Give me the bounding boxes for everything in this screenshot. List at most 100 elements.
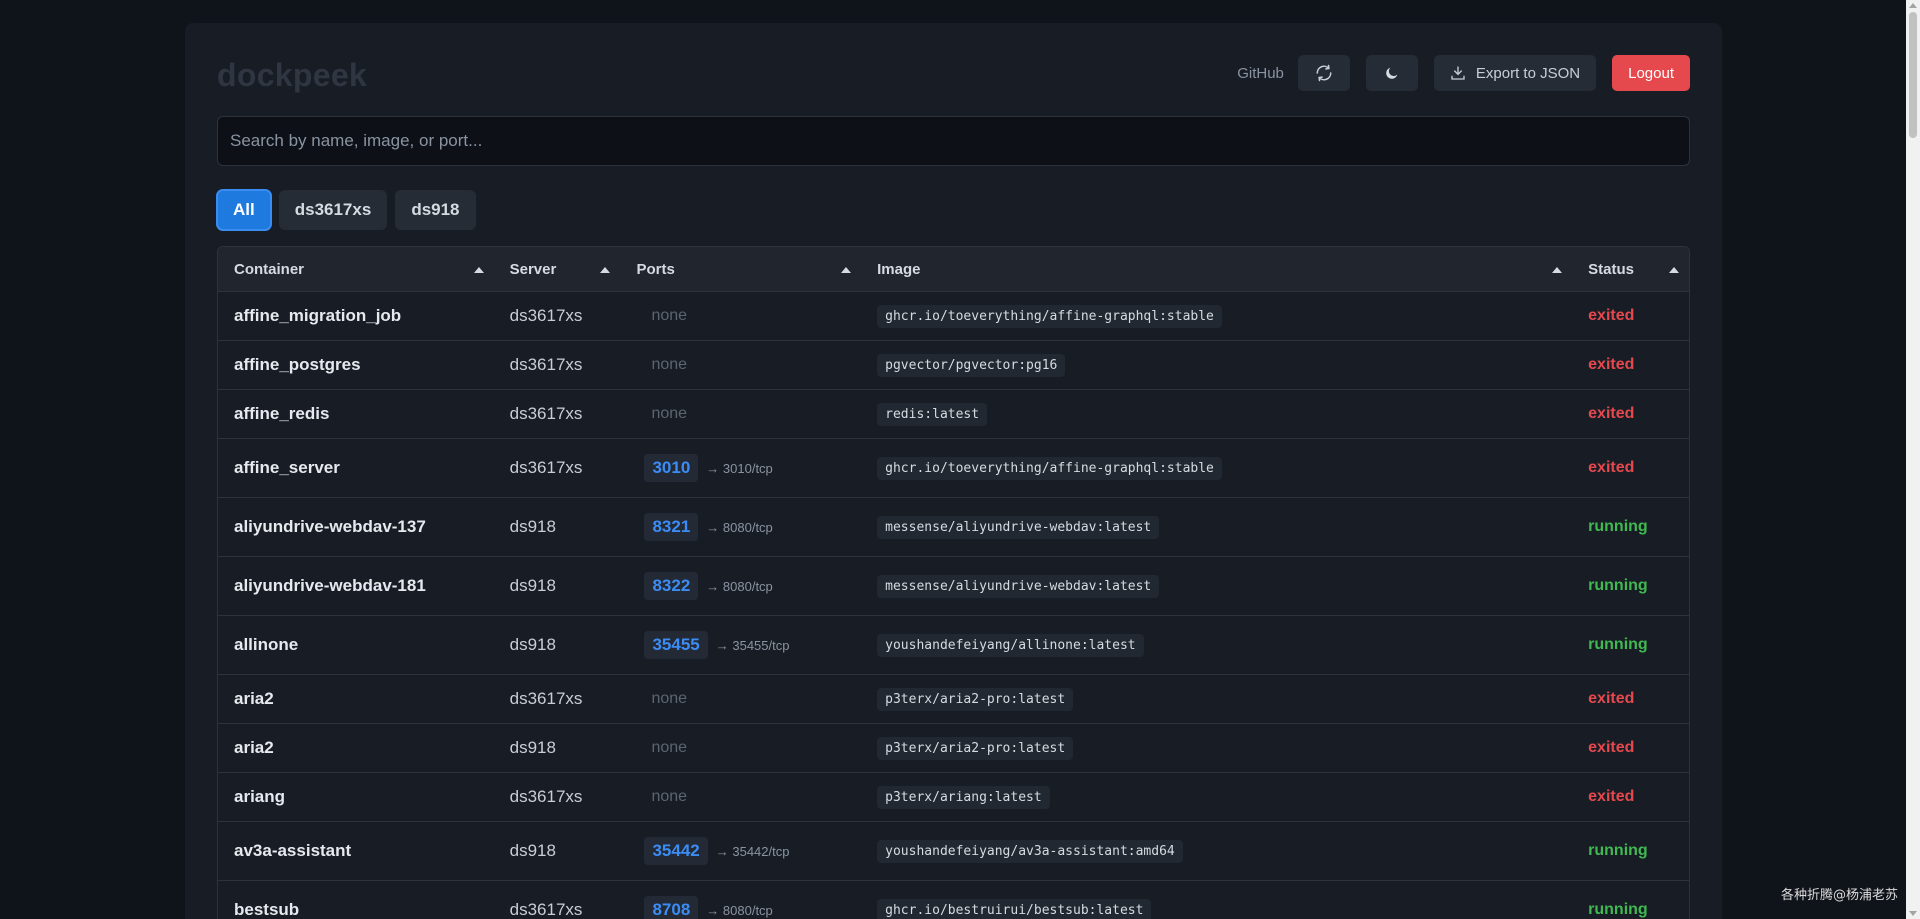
column-server[interactable]: Server [494, 247, 621, 291]
image-tag: messense/aliyundrive-webdav:latest [877, 574, 1160, 598]
container-name: affine_migration_job [234, 306, 402, 325]
containers-table: Container Server Ports Image Status affi… [217, 246, 1690, 919]
image-cell: p3terx/aria2-pro:latest [861, 687, 1572, 711]
image-cell: youshandefeiyang/allinone:latest [861, 633, 1572, 657]
container-name: affine_server [234, 458, 340, 477]
status-badge: exited [1588, 356, 1635, 373]
port-link[interactable]: 8321 [644, 513, 699, 541]
table-row: ariang ds3617xs none p3terx/ariang:latest ex… [218, 773, 1689, 822]
image-cell: p3terx/ariang:latest [861, 785, 1572, 809]
watermark: 各种折腾@杨浦老苏 [1780, 888, 1898, 903]
status-badge: running [1588, 518, 1648, 535]
main-panel: dockpeek GitHub Export to JSON Logout Se… [185, 23, 1722, 919]
column-ports[interactable]: Ports [620, 247, 861, 291]
server-filters: All ds3617xs ds918 [216, 189, 476, 231]
column-label: Ports [636, 260, 675, 278]
refresh-button[interactable] [1297, 55, 1350, 91]
column-image[interactable]: Image [861, 247, 1572, 291]
ports-cell: 8321 → 8080/tcp [620, 513, 861, 541]
column-label: Container [234, 260, 305, 278]
port-mapping: → 3010/tcp [706, 460, 773, 476]
container-name: aria2 [234, 689, 274, 708]
image-cell: redis:latest [861, 402, 1572, 426]
image-tag: ghcr.io/bestruirui/bestsub:latest [877, 898, 1152, 919]
filter-ds3617xs[interactable]: ds3617xs [278, 190, 388, 230]
server-name: ds918 [509, 841, 556, 860]
image-cell: ghcr.io/bestruirui/bestsub:latest [861, 898, 1572, 919]
scroll-down-icon[interactable] [1909, 911, 1917, 916]
image-cell: messense/aliyundrive-webdav:latest [861, 515, 1572, 539]
table-row: aria2 ds918 none p3terx/aria2-pro:latest exi… [218, 724, 1689, 773]
image-tag: pgvector/pgvector:pg16 [877, 353, 1066, 377]
server-name: ds918 [509, 738, 556, 757]
port-link[interactable]: 8322 [644, 572, 699, 600]
port-link[interactable]: 3010 [644, 454, 699, 482]
sort-icon [1669, 267, 1679, 273]
export-json-button[interactable]: Export to JSON [1433, 55, 1597, 91]
search-input[interactable] [217, 116, 1690, 166]
ports-cell: none [651, 405, 688, 422]
sort-icon [841, 267, 852, 273]
page-scrollbar[interactable] [1906, 0, 1920, 919]
github-link[interactable]: GitHub [1237, 65, 1284, 82]
image-tag: redis:latest [877, 402, 988, 426]
status-badge: exited [1588, 405, 1635, 422]
ports-cell: 8708 → 8080/tcp [620, 896, 861, 919]
table-header: Container Server Ports Image Status [218, 247, 1689, 292]
scroll-up-icon[interactable] [1909, 3, 1917, 8]
image-tag: p3terx/ariang:latest [877, 785, 1050, 809]
status-badge: running [1588, 842, 1648, 859]
table-row: bestsub ds3617xs 8708 → 8080/tcp ghcr.io/bes… [218, 881, 1689, 919]
table-row: affine_server ds3617xs 3010 → 3010/tcp ghcr.… [218, 439, 1689, 498]
ports-cell: none [651, 739, 688, 756]
server-name: ds3617xs [509, 787, 583, 806]
container-name: av3a-assistant [234, 841, 352, 860]
ports-cell: 35455 → 35455/tcp [620, 631, 861, 659]
image-cell: p3terx/aria2-pro:latest [861, 736, 1572, 760]
image-tag: p3terx/aria2-pro:latest [877, 736, 1074, 760]
logout-button[interactable]: Logout [1612, 55, 1690, 91]
status-badge: running [1588, 901, 1648, 918]
status-badge: exited [1588, 788, 1635, 805]
column-label: Status [1588, 260, 1634, 278]
status-badge: exited [1588, 459, 1635, 476]
image-cell: youshandefeiyang/av3a-assistant:amd64 [861, 839, 1572, 863]
theme-toggle-button[interactable] [1365, 55, 1418, 91]
table-row: affine_redis ds3617xs none redis:latest exit… [218, 390, 1689, 439]
image-cell: ghcr.io/toeverything/affine-graphql:stab… [861, 304, 1572, 328]
sort-icon [600, 267, 611, 273]
status-badge: running [1588, 577, 1648, 594]
port-link[interactable]: 35455 [644, 631, 708, 659]
export-label: Export to JSON [1475, 64, 1581, 82]
filter-ds918[interactable]: ds918 [395, 190, 476, 230]
ports-cell: none [651, 307, 688, 324]
server-name: ds918 [509, 576, 556, 595]
port-link[interactable]: 8708 [644, 896, 699, 919]
port-mapping: → 8080/tcp [706, 578, 773, 594]
container-name: aria2 [234, 738, 274, 757]
sort-icon [473, 267, 484, 273]
table-row: affine_migration_job ds3617xs none ghcr.io/… [218, 292, 1689, 341]
port-link[interactable]: 35442 [644, 837, 708, 865]
column-status[interactable]: Status [1572, 247, 1689, 291]
container-name: bestsub [234, 900, 300, 919]
ports-cell: none [651, 356, 688, 373]
table-row: av3a-assistant ds918 35442 → 35442/tcp yoush… [218, 822, 1689, 881]
filter-all[interactable]: All [216, 189, 272, 231]
status-badge: exited [1588, 307, 1635, 324]
status-badge: exited [1588, 690, 1635, 707]
server-name: ds918 [509, 635, 556, 654]
scroll-thumb[interactable] [1909, 12, 1917, 138]
table-body: affine_migration_job ds3617xs none ghcr.io/… [218, 292, 1689, 919]
server-name: ds3617xs [509, 689, 583, 708]
container-name: allinone [234, 635, 299, 654]
table-row: affine_postgres ds3617xs none pgvector/pgve… [218, 341, 1689, 390]
image-cell: pgvector/pgvector:pg16 [861, 353, 1572, 377]
container-name: affine_postgres [234, 355, 361, 374]
ports-cell: none [651, 690, 688, 707]
container-name: ariang [234, 787, 286, 806]
column-container[interactable]: Container [218, 247, 494, 291]
column-label: Image [877, 260, 921, 278]
ports-cell: 3010 → 3010/tcp [620, 454, 861, 482]
server-name: ds3617xs [509, 355, 583, 374]
